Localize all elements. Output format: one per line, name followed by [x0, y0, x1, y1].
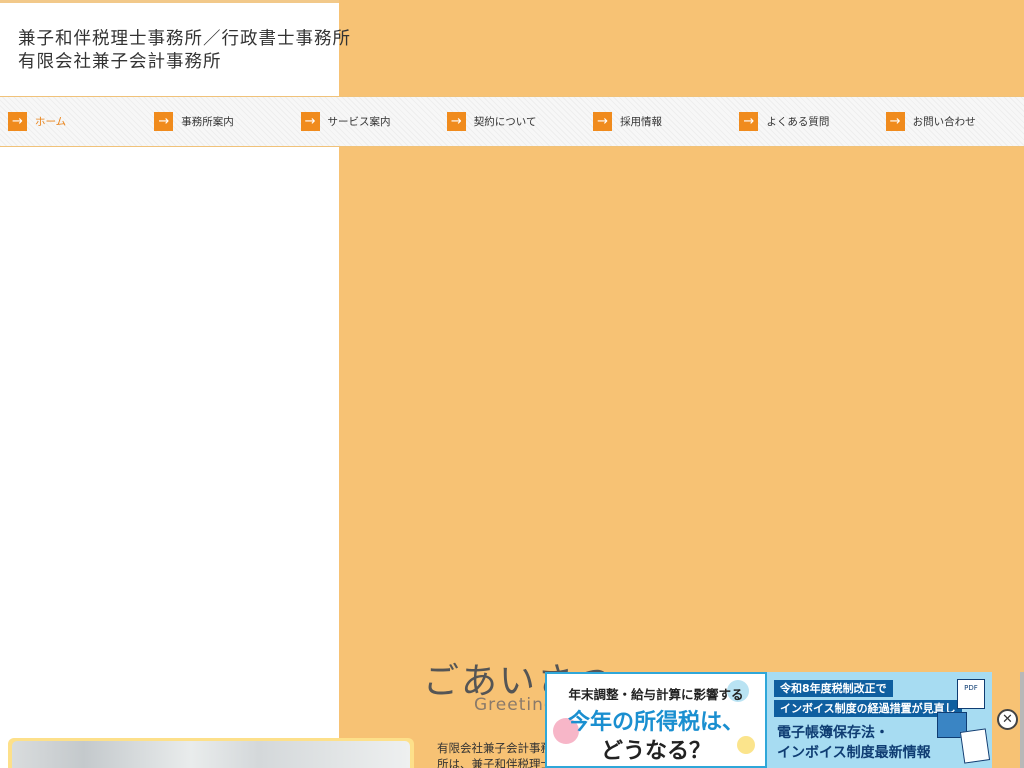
office-photo — [12, 741, 410, 768]
nav-label: 採用情報 — [620, 116, 663, 128]
nav-label: 契約について — [473, 116, 537, 128]
ad2-headline-2: インボイス制度最新情報 — [777, 745, 931, 761]
arrow-right-icon: → — [446, 112, 466, 131]
site-title-line2: 有限会社兼子会計事務所 — [18, 52, 222, 72]
document-icon — [959, 728, 991, 764]
nav-item-home[interactable]: → ホーム — [0, 97, 146, 146]
arrow-right-icon: → — [885, 112, 905, 131]
arrow-right-icon: → — [593, 112, 613, 131]
nav-label: 事務所案内 — [181, 116, 234, 128]
arrow-right-icon: → — [8, 112, 27, 131]
greeting-subheading: Greeting — [474, 695, 556, 715]
nav-label: サービス案内 — [327, 116, 391, 128]
ad2-bar-1: 令和8年度税制改正で — [774, 680, 893, 697]
arrow-right-icon: → — [300, 112, 320, 131]
site-title-line1: 兼子和伴税理士事務所／行政書士事務所 — [18, 29, 351, 49]
nav-label: ホーム — [35, 116, 67, 128]
arrow-right-icon: → — [154, 112, 174, 131]
ad2-bar-2: インボイス制度の経過措置が見直し — [774, 700, 962, 717]
global-nav: → ホーム → 事務所案内 → サービス案内 → 契約について → 採用情報 →… — [0, 96, 1024, 147]
ad1-headline-2: どうなる？ — [600, 739, 711, 764]
greeting-text: 有限会社兼子会計事務所は、兼子和伴税理士事務所の関連会計事務所です — [437, 741, 552, 768]
ad1-subtitle: 年末調整・給与計算に影響する — [568, 687, 744, 702]
pdf-icon: PDF — [957, 679, 985, 709]
nav-item-recruit[interactable]: → 採用情報 — [585, 97, 731, 146]
income-tax-ad-banner[interactable]: 年末調整・給与計算に影響する 今年の所得税は、 どうなる？ — [545, 672, 767, 768]
ad2-headline-1: 電子帳簿保存法・ — [777, 725, 889, 741]
nav-label: お問い合わせ — [912, 116, 976, 128]
ad1-headline: 今年の所得税は、 — [567, 710, 744, 735]
invoice-system-ad-banner[interactable]: 令和8年度税制改正で インボイス制度の経過措置が見直し 電子帳簿保存法・ インボ… — [767, 672, 992, 768]
site-title[interactable]: 兼子和伴税理士事務所／行政書士事務所 有限会社兼子会計事務所 — [18, 28, 351, 74]
scrollbar-track[interactable] — [1020, 672, 1024, 768]
nav-item-contract[interactable]: → 契約について — [439, 97, 585, 146]
nav-item-services[interactable]: → サービス案内 — [293, 97, 439, 146]
nav-item-contact[interactable]: → お問い合わせ — [878, 97, 1024, 146]
nav-item-office[interactable]: → 事務所案内 — [146, 97, 292, 146]
nav-label: よくある質問 — [766, 116, 830, 128]
close-icon[interactable]: ✕ — [997, 709, 1018, 730]
arrow-right-icon: → — [739, 112, 759, 131]
nav-item-faq[interactable]: → よくある質問 — [731, 97, 877, 146]
